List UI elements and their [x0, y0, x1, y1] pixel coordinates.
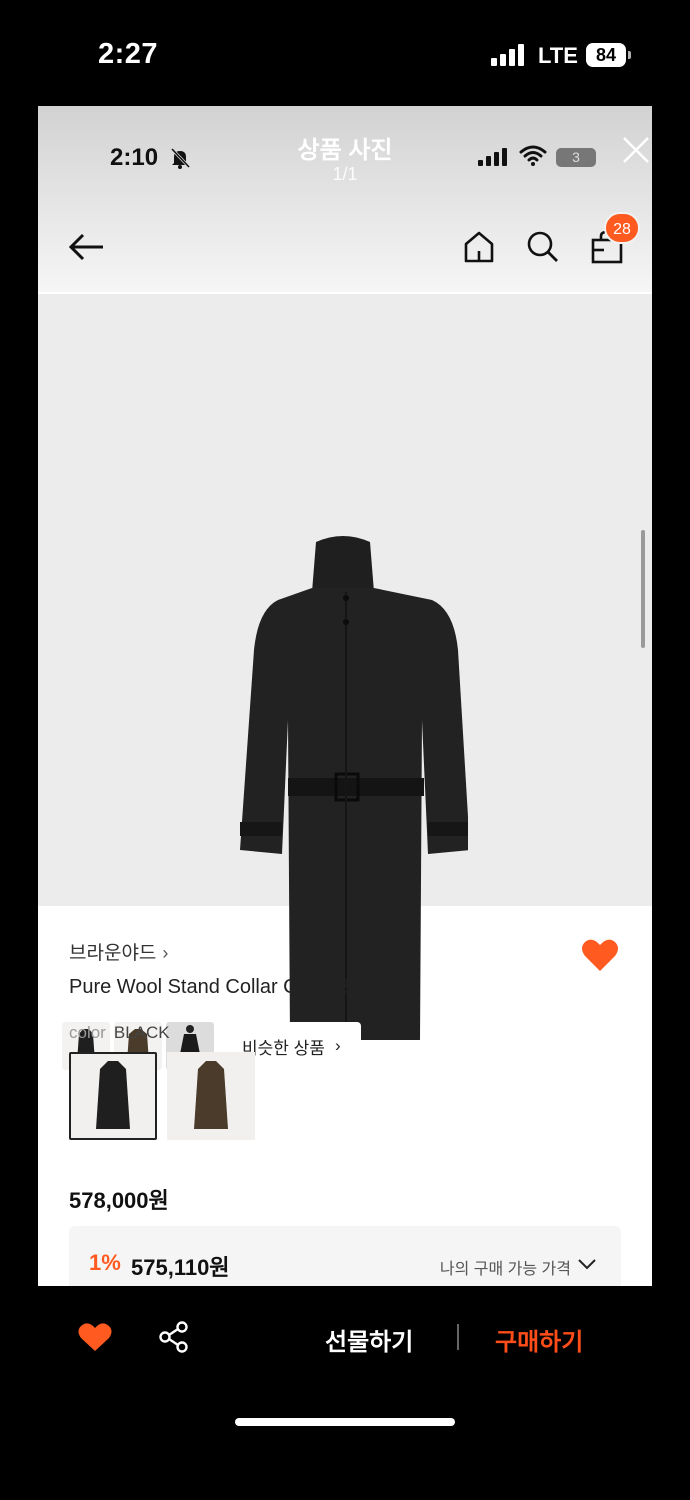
chevron-right-icon: › [162, 943, 169, 963]
original-price: 578,000원 [69, 1188, 169, 1213]
heart-icon[interactable] [581, 938, 619, 972]
home-indicator[interactable] [235, 1418, 455, 1426]
outer-status-bar: 2:27 LTE 84 [0, 0, 690, 106]
swatch-brown[interactable] [167, 1052, 255, 1140]
brand-name: 브라운야드 [69, 943, 157, 964]
product-name: Pure Wool Stand Collar Coat, Black [69, 976, 386, 998]
cellular-signal-icon [491, 44, 525, 66]
divider [457, 1324, 459, 1350]
discount-rate: 1% [89, 1250, 121, 1275]
color-label: color [69, 1023, 106, 1042]
bottom-action-bar: 선물하기 구매하기 [0, 1286, 690, 1396]
gift-button[interactable]: 선물하기 [325, 1322, 413, 1357]
search-icon[interactable] [526, 230, 560, 264]
coat-image [240, 536, 468, 1040]
network-type: LTE [538, 43, 578, 68]
close-icon[interactable] [620, 134, 652, 166]
color-option-row: color BLACK [69, 1023, 170, 1043]
chevron-right-icon: › [334, 1036, 341, 1055]
swatch-black[interactable] [69, 1052, 157, 1140]
buy-button[interactable]: 구매하기 [495, 1322, 583, 1357]
wishlist-heart-icon[interactable] [78, 1322, 112, 1352]
inner-battery-icon: 3 [556, 148, 596, 167]
photo-viewer: 2:10 상품 사진 1/1 3 28 비슷한 상품 › 브라운야드 › Pur… [38, 106, 652, 1286]
inner-signal-icon [478, 148, 508, 166]
cart-count-badge: 28 [604, 212, 640, 244]
back-arrow-icon[interactable] [68, 232, 106, 262]
status-time: 2:27 [98, 38, 159, 70]
photo-counter: 1/1 [332, 164, 358, 184]
discount-price: 575,110원 [131, 1255, 230, 1280]
share-icon[interactable] [158, 1321, 190, 1353]
chevron-down-icon [578, 1259, 596, 1270]
battery-icon: 84 [586, 43, 631, 67]
home-icon[interactable] [462, 230, 496, 264]
product-main-image[interactable]: 비슷한 상품 › [38, 294, 652, 1070]
brand-link[interactable]: 브라운야드 › [69, 938, 168, 965]
wifi-icon [519, 145, 547, 166]
selected-color: BLACK [113, 1023, 170, 1042]
viewer-header: 2:10 상품 사진 1/1 3 28 [38, 106, 652, 292]
my-price-label: 나의 구매 가능 가격 [439, 1261, 571, 1278]
scrollbar[interactable] [641, 530, 645, 648]
color-swatches [69, 1052, 255, 1140]
discount-price-box[interactable]: 1% 575,110원 나의 구매 가능 가격 [69, 1226, 621, 1286]
